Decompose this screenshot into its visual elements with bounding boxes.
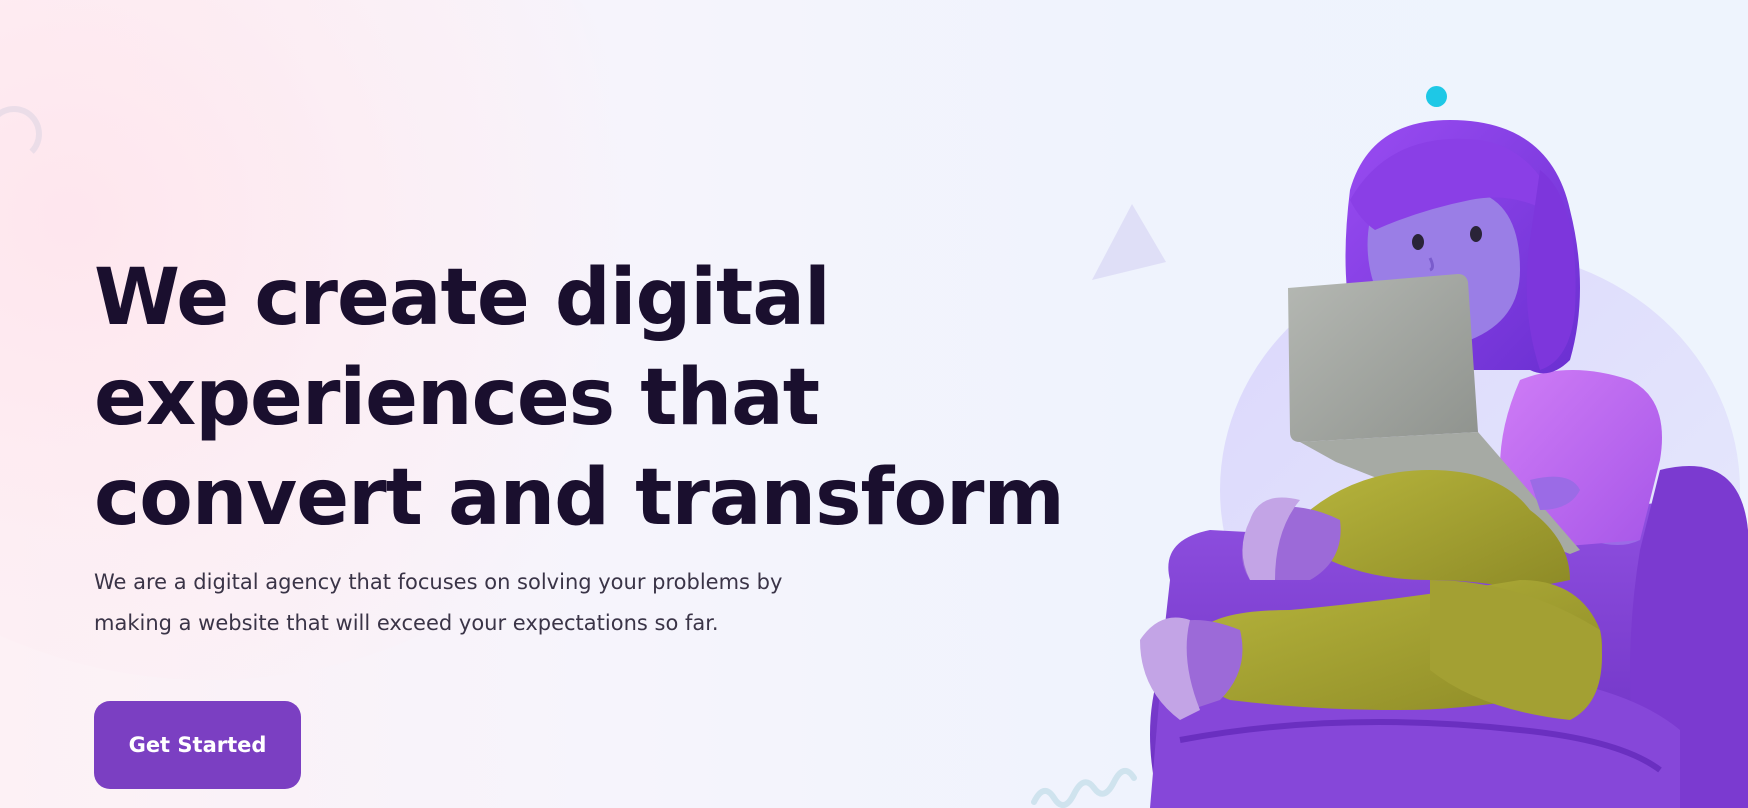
- headline-line: We create digital: [94, 253, 831, 343]
- hero-section: We create digital experiences that conve…: [0, 0, 1748, 808]
- headline-line: convert and transform: [94, 453, 1065, 543]
- girl-with-laptop-illustration: [1140, 120, 1748, 808]
- dot-decoration: [1426, 86, 1447, 107]
- hero-subtext: We are a digital agency that focuses on …: [94, 562, 874, 644]
- hero-headline: We create digital experiences that conve…: [94, 248, 1065, 548]
- subtext-line: We are a digital agency that focuses on …: [94, 570, 783, 594]
- get-started-button[interactable]: Get Started: [94, 701, 301, 789]
- subtext-line: making a website that will exceed your e…: [94, 611, 719, 635]
- headline-line: experiences that: [94, 353, 820, 443]
